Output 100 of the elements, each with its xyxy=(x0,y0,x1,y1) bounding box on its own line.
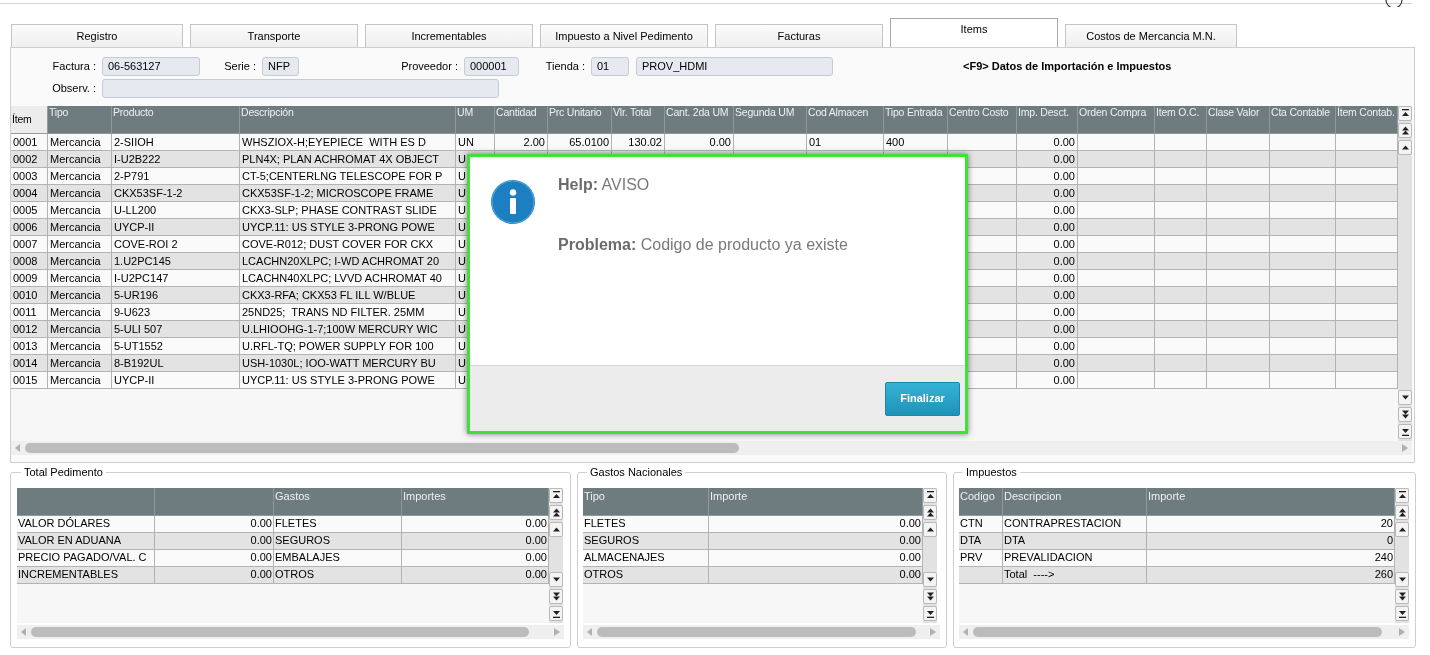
column-header[interactable]: Codigo xyxy=(959,487,1003,516)
table-cell-text: 0.00 xyxy=(899,550,921,566)
table-cell: 0003 xyxy=(13,168,38,184)
tab[interactable]: Transporte xyxy=(190,24,358,47)
page-down-button[interactable] xyxy=(1398,407,1412,422)
double-caret-down-icon xyxy=(1397,591,1407,601)
text-field[interactable]: 01 xyxy=(591,57,629,76)
column-header[interactable]: Segunda UM xyxy=(734,106,807,134)
scroll-bottom-button[interactable] xyxy=(549,605,563,621)
table-cell-text: ALMACENAJES xyxy=(584,550,665,566)
column-header[interactable]: Vlr. Total xyxy=(612,106,665,134)
double-caret-up-icon xyxy=(551,507,561,517)
field-label: Serie : xyxy=(223,59,257,75)
tab[interactable]: Facturas xyxy=(715,24,883,47)
table-cell-text: INCREMENTABLES xyxy=(18,567,119,583)
scroll-bottom-button[interactable] xyxy=(923,605,937,621)
table-cell: U xyxy=(458,253,466,269)
scrollbar-thumb[interactable] xyxy=(973,626,1383,637)
scroll-bottom-button[interactable] xyxy=(1398,424,1412,439)
column-header[interactable] xyxy=(155,487,274,516)
column-header[interactable]: Item O.C. xyxy=(1155,106,1207,134)
column-header[interactable]: Ítem Contab. xyxy=(1336,106,1398,134)
column-header[interactable]: Producto xyxy=(112,106,240,134)
page-up-button[interactable] xyxy=(923,504,937,520)
column-header[interactable]: Orden Compra xyxy=(1078,106,1155,134)
page-down-button[interactable] xyxy=(1395,588,1409,604)
page-down-button[interactable] xyxy=(549,588,563,604)
table-cell: I-U2PC147 xyxy=(114,270,169,286)
observ-field[interactable] xyxy=(102,79,499,98)
table-cell-text: PREVALIDACION xyxy=(1004,550,1093,566)
table-cell: 01 xyxy=(809,134,822,150)
tab[interactable]: Costos de Mercancia M.N. xyxy=(1065,24,1237,47)
scroll-top-button[interactable] xyxy=(1398,106,1412,121)
column-header[interactable]: Gastos xyxy=(274,487,402,516)
text-field[interactable]: 000001 xyxy=(464,57,519,76)
scrollbar-thumb[interactable] xyxy=(25,443,739,453)
scroll-down-button[interactable] xyxy=(923,571,937,587)
scroll-down-button[interactable] xyxy=(1395,571,1409,587)
caret-up-bar-icon xyxy=(1397,490,1407,500)
scroll-up-button[interactable] xyxy=(1395,521,1409,537)
tab[interactable]: Registro xyxy=(11,24,183,47)
caret-up-bar-icon xyxy=(551,490,561,500)
column-header[interactable]: Imp. Desct. xyxy=(1017,106,1078,134)
scroll-bottom-button[interactable] xyxy=(1395,605,1409,621)
table-cell-text: 0.00 xyxy=(250,550,272,566)
page-up-button[interactable] xyxy=(549,504,563,520)
table-cell-text: 0.00 xyxy=(250,567,272,583)
column-header[interactable]: Tipo xyxy=(48,106,112,134)
column-header[interactable] xyxy=(17,487,155,516)
scroll-top-button[interactable] xyxy=(923,487,937,503)
column-header[interactable]: Ítem xyxy=(11,106,48,134)
table-cell-text: FLETES xyxy=(275,516,317,532)
page-down-button[interactable] xyxy=(923,588,937,604)
page-up-button[interactable] xyxy=(1395,504,1409,520)
table-cell: U xyxy=(458,219,466,235)
table-cell-text: PRECIO PAGADO/VAL. C xyxy=(18,550,147,566)
scroll-top-button[interactable] xyxy=(1395,487,1409,503)
scroll-top-button[interactable] xyxy=(549,487,563,503)
column-header[interactable]: Descripción xyxy=(240,106,456,134)
column-header[interactable]: Importe xyxy=(1147,487,1395,516)
scroll-up-button[interactable] xyxy=(549,521,563,537)
scrollbar-thumb[interactable] xyxy=(31,626,530,637)
column-header[interactable]: Cta Contable xyxy=(1270,106,1336,134)
column-header[interactable]: Tipo xyxy=(583,487,709,516)
text-field[interactable]: 06-563127 xyxy=(102,57,200,76)
text-field[interactable]: PROV_HDMI xyxy=(636,57,833,76)
caret-right-icon xyxy=(554,627,560,636)
page-up-button[interactable] xyxy=(1398,123,1412,138)
column-header[interactable]: Cant. 2da UM xyxy=(665,106,734,134)
caret-left-icon xyxy=(587,627,593,636)
table-cell: LCACHN40XLPC; LVVD ACHROMAT 40 xyxy=(242,270,442,286)
table-cell: 0.00 xyxy=(1053,372,1075,388)
column-header[interactable]: Centro Costo xyxy=(948,106,1017,134)
scrollbar-thumb[interactable] xyxy=(597,626,917,637)
scroll-down-button[interactable] xyxy=(549,571,563,587)
finalizar-button[interactable]: Finalizar xyxy=(885,381,960,416)
column-header[interactable]: Cantidad xyxy=(495,106,548,134)
tab[interactable]: Items xyxy=(890,18,1058,48)
text-field[interactable]: NFP xyxy=(262,57,299,76)
column-header[interactable]: Tipo Entrada xyxy=(884,106,948,134)
tab[interactable]: Impuesto a Nivel Pedimento xyxy=(540,24,708,47)
column-header[interactable]: UM xyxy=(456,106,495,134)
double-caret-up-icon xyxy=(925,507,935,517)
scroll-up-button[interactable] xyxy=(923,521,937,537)
table-cell-text: 0.00 xyxy=(250,516,272,532)
group-title: Gastos Nacionales xyxy=(589,465,684,480)
scroll-up-button[interactable] xyxy=(1398,140,1412,155)
table-cell: CKX3-SLP; PHASE CONTRAST SLIDE xyxy=(242,202,437,218)
caret-down-icon xyxy=(1400,393,1410,402)
table-cell: CKX53SF-1-2; MICROSCOPE FRAME xyxy=(242,185,434,201)
field-label: Observ. : xyxy=(51,81,97,97)
tab[interactable]: Incrementables xyxy=(365,24,533,47)
table-cell: 0.00 xyxy=(1053,338,1075,354)
scroll-down-button[interactable] xyxy=(1398,390,1412,405)
column-header[interactable]: Cod Almacen xyxy=(807,106,884,134)
column-header[interactable]: Importe xyxy=(709,487,923,516)
column-header[interactable]: Descripcion xyxy=(1003,487,1147,516)
column-header[interactable]: Prc Unitario xyxy=(548,106,612,134)
column-header[interactable]: Clase Valor xyxy=(1207,106,1270,134)
caret-right-icon xyxy=(930,627,936,636)
